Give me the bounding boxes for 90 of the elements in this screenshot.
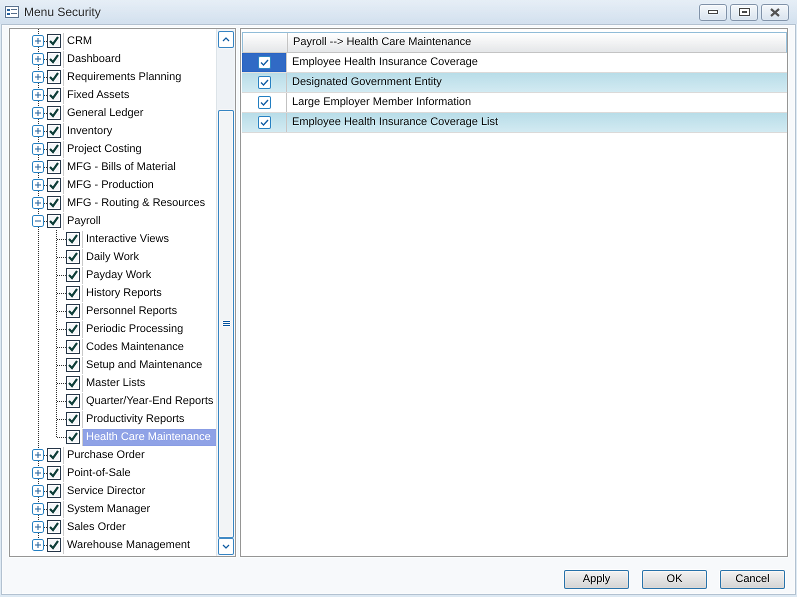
tree-item[interactable]: System Manager xyxy=(63,500,152,518)
tree-item[interactable]: General Ledger xyxy=(63,104,146,122)
checkbox[interactable] xyxy=(66,358,80,372)
tree-item[interactable]: Payroll xyxy=(63,212,103,230)
checkbox[interactable] xyxy=(66,268,80,282)
expand-icon[interactable] xyxy=(32,71,44,83)
dialog-button[interactable]: OK xyxy=(642,570,707,589)
expand-icon[interactable] xyxy=(32,35,44,47)
tree-item[interactable]: Purchase Order xyxy=(63,446,147,464)
minimize-button[interactable] xyxy=(699,4,727,20)
tree-item[interactable]: Sales Order xyxy=(63,518,128,536)
table-cell-text: Large Employer Member Information xyxy=(291,95,472,110)
tree-item[interactable]: Warehouse Management xyxy=(63,536,192,554)
checkbox[interactable] xyxy=(47,196,61,210)
scrollbar-thumb[interactable] xyxy=(218,110,234,538)
maximize-icon xyxy=(738,8,750,16)
checkbox[interactable] xyxy=(47,142,61,156)
checkbox[interactable] xyxy=(66,304,80,318)
checkbox[interactable] xyxy=(258,96,270,109)
checkbox[interactable] xyxy=(66,430,80,444)
checkbox[interactable] xyxy=(47,34,61,48)
checkbox[interactable] xyxy=(47,214,61,228)
table-cell-text: Designated Government Entity xyxy=(291,75,443,90)
expand-icon[interactable] xyxy=(32,197,44,209)
tree-item[interactable]: CRM xyxy=(63,32,94,50)
checkbox[interactable] xyxy=(258,56,270,69)
expand-icon[interactable] xyxy=(32,53,44,65)
tree-item[interactable]: MFG - Routing & Resources xyxy=(63,194,208,212)
expand-icon[interactable] xyxy=(32,125,44,137)
tree-item[interactable]: MFG - Production xyxy=(63,176,156,194)
column-header: Payroll --> Health Care Maintenance xyxy=(292,35,472,50)
minimize-icon xyxy=(708,10,718,14)
expand-icon[interactable] xyxy=(32,539,44,551)
table-cell-text: Employee Health Insurance Coverage List xyxy=(291,115,500,130)
checkbox[interactable] xyxy=(47,160,61,174)
expand-icon[interactable] xyxy=(32,89,44,101)
checkbox[interactable] xyxy=(47,466,61,480)
window-icon xyxy=(5,6,19,18)
dialog-button[interactable]: Cancel xyxy=(720,570,785,589)
expand-icon[interactable] xyxy=(32,503,44,515)
close-button[interactable] xyxy=(761,4,789,20)
window-title: Menu Security xyxy=(24,4,101,21)
checkbox[interactable] xyxy=(47,52,61,66)
scroll-down-button[interactable] xyxy=(218,538,234,555)
check-cell[interactable] xyxy=(242,53,287,72)
grip-icon xyxy=(222,321,230,327)
checkbox[interactable] xyxy=(66,322,80,336)
expand-icon[interactable] xyxy=(32,107,44,119)
up-caret-icon xyxy=(222,37,230,42)
expand-icon[interactable] xyxy=(32,449,44,461)
dialog-button[interactable]: Apply xyxy=(564,570,629,589)
checkbox[interactable] xyxy=(47,70,61,84)
expand-icon[interactable] xyxy=(32,485,44,497)
checkbox[interactable] xyxy=(47,178,61,192)
tree-item[interactable]: Point-of-Sale xyxy=(63,464,133,482)
checkbox[interactable] xyxy=(66,394,80,408)
down-caret-icon xyxy=(222,544,230,549)
checkbox[interactable] xyxy=(47,520,61,534)
close-icon xyxy=(769,8,781,16)
tree-item[interactable]: Service Director xyxy=(63,482,148,500)
checkbox[interactable] xyxy=(66,232,80,246)
checkbox[interactable] xyxy=(47,106,61,120)
checkbox[interactable] xyxy=(66,412,80,426)
expand-icon[interactable] xyxy=(32,143,44,155)
maximize-button[interactable] xyxy=(730,4,758,20)
checkbox[interactable] xyxy=(47,502,61,516)
checkbox[interactable] xyxy=(47,124,61,138)
checkbox[interactable] xyxy=(66,286,80,300)
expand-icon[interactable] xyxy=(32,161,44,173)
tree-item[interactable]: MFG - Bills of Material xyxy=(63,158,178,176)
expand-icon[interactable] xyxy=(32,179,44,191)
checkbox[interactable] xyxy=(47,538,61,552)
checkbox[interactable] xyxy=(258,116,270,129)
tree-item[interactable]: Inventory xyxy=(63,122,114,140)
tree-item[interactable]: Fixed Assets xyxy=(63,86,132,104)
tree-item[interactable]: Requirements Planning xyxy=(63,68,184,86)
checkbox[interactable] xyxy=(47,484,61,498)
expand-icon[interactable] xyxy=(32,467,44,479)
checkbox[interactable] xyxy=(47,88,61,102)
table-cell-text: Employee Health Insurance Coverage xyxy=(291,55,479,70)
checkbox[interactable] xyxy=(66,376,80,390)
checkbox[interactable] xyxy=(66,340,80,354)
expand-icon[interactable] xyxy=(32,521,44,533)
tree-item[interactable]: Project Costing xyxy=(63,140,144,158)
checkbox[interactable] xyxy=(66,250,80,264)
scroll-up-button[interactable] xyxy=(218,31,234,48)
tree-item[interactable]: Dashboard xyxy=(63,50,123,68)
checkbox[interactable] xyxy=(47,448,61,462)
collapse-icon[interactable] xyxy=(32,215,44,227)
checkbox[interactable] xyxy=(258,76,270,89)
